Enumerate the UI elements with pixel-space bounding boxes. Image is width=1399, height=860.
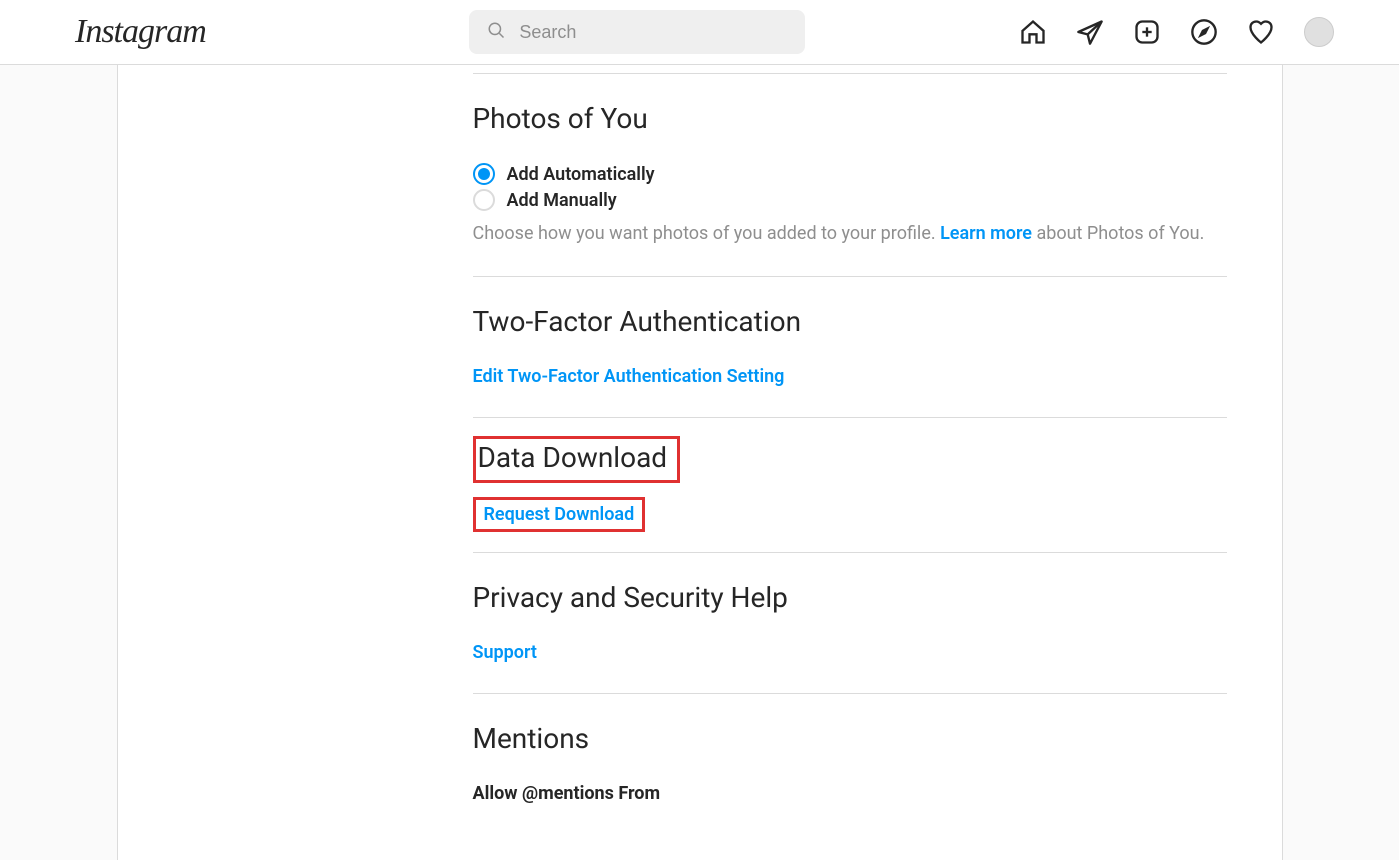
data-download-title-highlight: Data Download bbox=[473, 436, 681, 483]
settings-container: Photos of You Add Automatically Add Manu… bbox=[117, 65, 1283, 860]
data-download-title: Data Download bbox=[478, 441, 668, 474]
radio-icon bbox=[473, 189, 495, 211]
two-factor-title: Two-Factor Authentication bbox=[473, 305, 1227, 338]
messages-icon[interactable] bbox=[1076, 18, 1104, 46]
photos-of-you-title: Photos of You bbox=[473, 102, 1227, 135]
radio-add-automatically[interactable]: Add Automatically bbox=[473, 163, 1227, 185]
radio-label: Add Automatically bbox=[507, 164, 655, 185]
privacy-help-title: Privacy and Security Help bbox=[473, 581, 1227, 614]
avatar[interactable] bbox=[1304, 17, 1334, 47]
data-download-section: Data Download Request Download bbox=[473, 418, 1227, 532]
request-download-link[interactable]: Request Download bbox=[484, 504, 635, 525]
edit-two-factor-link[interactable]: Edit Two-Factor Authentication Setting bbox=[473, 366, 785, 387]
privacy-help-section: Privacy and Security Help Support bbox=[473, 553, 1227, 663]
mentions-subtitle: Allow @mentions From bbox=[473, 783, 1227, 804]
radio-icon bbox=[473, 163, 495, 185]
photos-of-you-section: Photos of You Add Automatically Add Manu… bbox=[473, 74, 1227, 246]
page-body: Photos of You Add Automatically Add Manu… bbox=[0, 0, 1399, 860]
search-box[interactable] bbox=[469, 10, 805, 54]
search-icon bbox=[487, 21, 519, 43]
learn-more-link[interactable]: Learn more bbox=[940, 223, 1032, 244]
nav-icons bbox=[1019, 17, 1334, 47]
home-icon[interactable] bbox=[1019, 18, 1047, 46]
instagram-logo[interactable]: Instagram bbox=[75, 13, 206, 51]
photos-help-text: Choose how you want photos of you added … bbox=[473, 221, 1227, 246]
new-post-icon[interactable] bbox=[1133, 18, 1161, 46]
settings-sidebar bbox=[118, 65, 418, 860]
settings-content: Photos of You Add Automatically Add Manu… bbox=[418, 65, 1282, 860]
radio-label: Add Manually bbox=[507, 190, 617, 211]
request-download-highlight: Request Download bbox=[473, 497, 646, 532]
radio-add-manually[interactable]: Add Manually bbox=[473, 189, 1227, 211]
activity-icon[interactable] bbox=[1247, 18, 1275, 46]
explore-icon[interactable] bbox=[1190, 18, 1218, 46]
support-link[interactable]: Support bbox=[473, 642, 537, 663]
two-factor-section: Two-Factor Authentication Edit Two-Facto… bbox=[473, 277, 1227, 387]
top-nav-header: Instagram bbox=[0, 0, 1399, 65]
search-input[interactable] bbox=[519, 22, 787, 43]
mentions-section: Mentions Allow @mentions From bbox=[473, 694, 1227, 804]
mentions-title: Mentions bbox=[473, 722, 1227, 755]
